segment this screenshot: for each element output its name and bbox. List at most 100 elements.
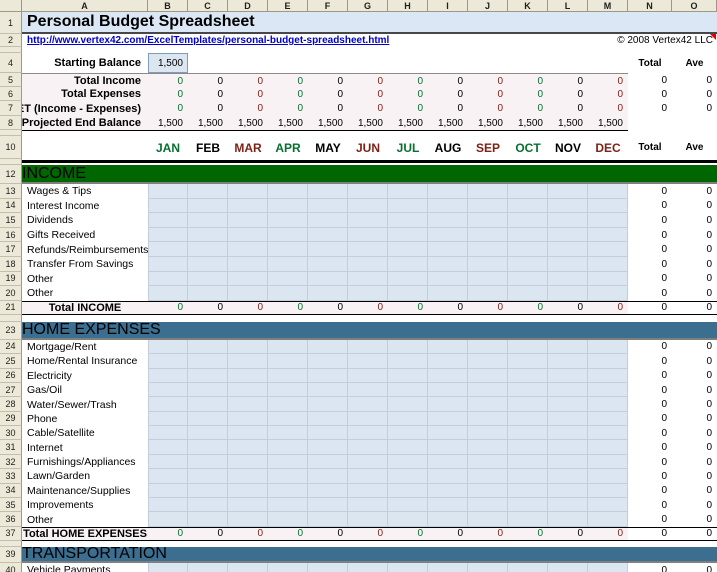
cell-C6[interactable]: 0 <box>188 87 228 101</box>
cell-O20[interactable]: 0 <box>672 286 717 301</box>
row-number-28[interactable]: 28 <box>0 397 22 411</box>
cell-M30[interactable] <box>588 426 628 440</box>
cell-G26[interactable] <box>348 369 388 383</box>
cell-D34[interactable] <box>228 484 268 498</box>
row-number-16[interactable]: 16 <box>0 228 22 243</box>
item-label-29[interactable]: Phone <box>22 412 148 426</box>
row-number-10[interactable]: 10 <box>0 136 22 159</box>
cell-O8[interactable] <box>672 116 717 130</box>
source-link[interactable]: http://www.vertex42.com/ExcelTemplates/p… <box>27 35 389 46</box>
cell-C13[interactable] <box>188 184 228 199</box>
cell-E17[interactable] <box>268 242 308 257</box>
cell-K21[interactable]: 0 <box>508 302 548 314</box>
cell-E37[interactable]: 0 <box>268 528 308 540</box>
cell-M19[interactable] <box>588 272 628 287</box>
cell-M27[interactable] <box>588 383 628 397</box>
row-number-14[interactable]: 14 <box>0 199 22 214</box>
cell-C40[interactable] <box>188 563 228 572</box>
cell-B5[interactable]: 0 <box>148 74 188 88</box>
cell-H40[interactable] <box>388 563 428 572</box>
cell-B18[interactable] <box>148 257 188 272</box>
cell-O7[interactable]: 0 <box>672 101 717 116</box>
cell-M13[interactable] <box>588 184 628 199</box>
cell-H17[interactable] <box>388 242 428 257</box>
cell-G34[interactable] <box>348 484 388 498</box>
cell-H33[interactable] <box>388 469 428 483</box>
row-number-31[interactable]: 31 <box>0 440 22 454</box>
cell-D19[interactable] <box>228 272 268 287</box>
cell-F16[interactable] <box>308 228 348 243</box>
column-header-C[interactable]: C <box>188 0 228 12</box>
month-header-JAN[interactable]: JAN <box>148 136 188 159</box>
cell-F25[interactable] <box>308 354 348 368</box>
month-header-NOV[interactable]: NOV <box>548 136 588 159</box>
cell-D24[interactable] <box>228 340 268 354</box>
cell-H14[interactable] <box>388 199 428 214</box>
row-number-27[interactable]: 27 <box>0 383 22 397</box>
cell-N32[interactable]: 0 <box>628 455 672 469</box>
cell-D40[interactable] <box>228 563 268 572</box>
cell-N14[interactable]: 0 <box>628 199 672 214</box>
cell-F28[interactable] <box>308 397 348 411</box>
cell-L27[interactable] <box>548 383 588 397</box>
cell-H7[interactable]: 0 <box>388 101 428 116</box>
cell-N20[interactable]: 0 <box>628 286 672 301</box>
cell-E15[interactable] <box>268 213 308 228</box>
cell-L31[interactable] <box>548 440 588 454</box>
cell-I32[interactable] <box>428 455 468 469</box>
cell-I21[interactable]: 0 <box>428 302 468 314</box>
cell-G16[interactable] <box>348 228 388 243</box>
cell-C20[interactable] <box>188 286 228 301</box>
item-label-33[interactable]: Lawn/Garden <box>22 469 148 483</box>
cell-C15[interactable] <box>188 213 228 228</box>
cell-N16[interactable]: 0 <box>628 228 672 243</box>
cell-L5[interactable]: 0 <box>548 74 588 88</box>
cell-J20[interactable] <box>468 286 508 301</box>
cell-E16[interactable] <box>268 228 308 243</box>
cell-H8[interactable]: 1,500 <box>388 116 428 130</box>
cell-I24[interactable] <box>428 340 468 354</box>
cell-K16[interactable] <box>508 228 548 243</box>
cell-E32[interactable] <box>268 455 308 469</box>
cell-G13[interactable] <box>348 184 388 199</box>
cell-J26[interactable] <box>468 369 508 383</box>
row-number-5[interactable]: 5 <box>0 73 22 87</box>
column-header-H[interactable]: H <box>388 0 428 12</box>
cell-I27[interactable] <box>428 383 468 397</box>
cell-I19[interactable] <box>428 272 468 287</box>
cell-F40[interactable] <box>308 563 348 572</box>
cell-M14[interactable] <box>588 199 628 214</box>
row-number-22[interactable] <box>0 315 22 322</box>
cell-L19[interactable] <box>548 272 588 287</box>
cell-C28[interactable] <box>188 397 228 411</box>
cell-B19[interactable] <box>148 272 188 287</box>
item-label-34[interactable]: Maintenance/Supplies <box>22 484 148 498</box>
cell-O26[interactable]: 0 <box>672 369 717 383</box>
cell-C36[interactable] <box>188 512 228 526</box>
cell-N7[interactable]: 0 <box>628 101 672 116</box>
cell-B37[interactable]: 0 <box>148 528 188 540</box>
cell-D8[interactable]: 1,500 <box>228 116 268 130</box>
cell-K36[interactable] <box>508 512 548 526</box>
cell-O40[interactable]: 0 <box>672 563 717 572</box>
cell-N30[interactable]: 0 <box>628 426 672 440</box>
cell-B24[interactable] <box>148 340 188 354</box>
cell-M20[interactable] <box>588 286 628 301</box>
item-label-28[interactable]: Water/Sewer/Trash <box>22 397 148 411</box>
row-number-23[interactable]: 23 <box>0 322 22 340</box>
cell-I37[interactable]: 0 <box>428 528 468 540</box>
cell-G25[interactable] <box>348 354 388 368</box>
cell-O35[interactable]: 0 <box>672 498 717 512</box>
cell-M34[interactable] <box>588 484 628 498</box>
cell-C25[interactable] <box>188 354 228 368</box>
cell-O25[interactable]: 0 <box>672 354 717 368</box>
cell-N13[interactable]: 0 <box>628 184 672 199</box>
cell-D31[interactable] <box>228 440 268 454</box>
cell-K13[interactable] <box>508 184 548 199</box>
cell-B27[interactable] <box>148 383 188 397</box>
cell-M29[interactable] <box>588 412 628 426</box>
cell-O36[interactable]: 0 <box>672 512 717 526</box>
cell-E36[interactable] <box>268 512 308 526</box>
cell-F18[interactable] <box>308 257 348 272</box>
row-number-34[interactable]: 34 <box>0 484 22 498</box>
